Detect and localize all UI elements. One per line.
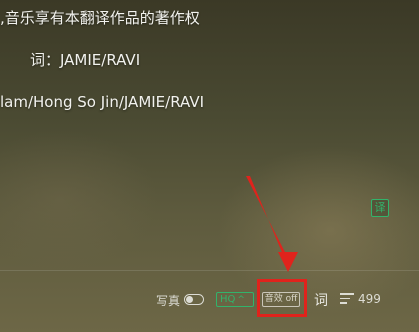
toggle-knob [186,296,193,303]
photo-label: 写真 [156,294,181,308]
quality-label: HQ [220,294,236,305]
playlist-count: 499 [358,292,381,306]
lyric-button[interactable]: 词 [314,290,328,310]
annotation-highlight-box [257,279,307,317]
player-toolbar: 写真 HQ ^ 音效 off 词 499 [0,290,419,312]
playlist-icon [340,293,354,304]
quality-button[interactable]: HQ ^ [216,292,254,307]
playlist-button[interactable]: 499 [340,292,381,306]
annotation-arrow [246,176,298,272]
photo-toggle[interactable] [184,294,204,305]
chevron-up-icon: ^ [237,295,245,305]
